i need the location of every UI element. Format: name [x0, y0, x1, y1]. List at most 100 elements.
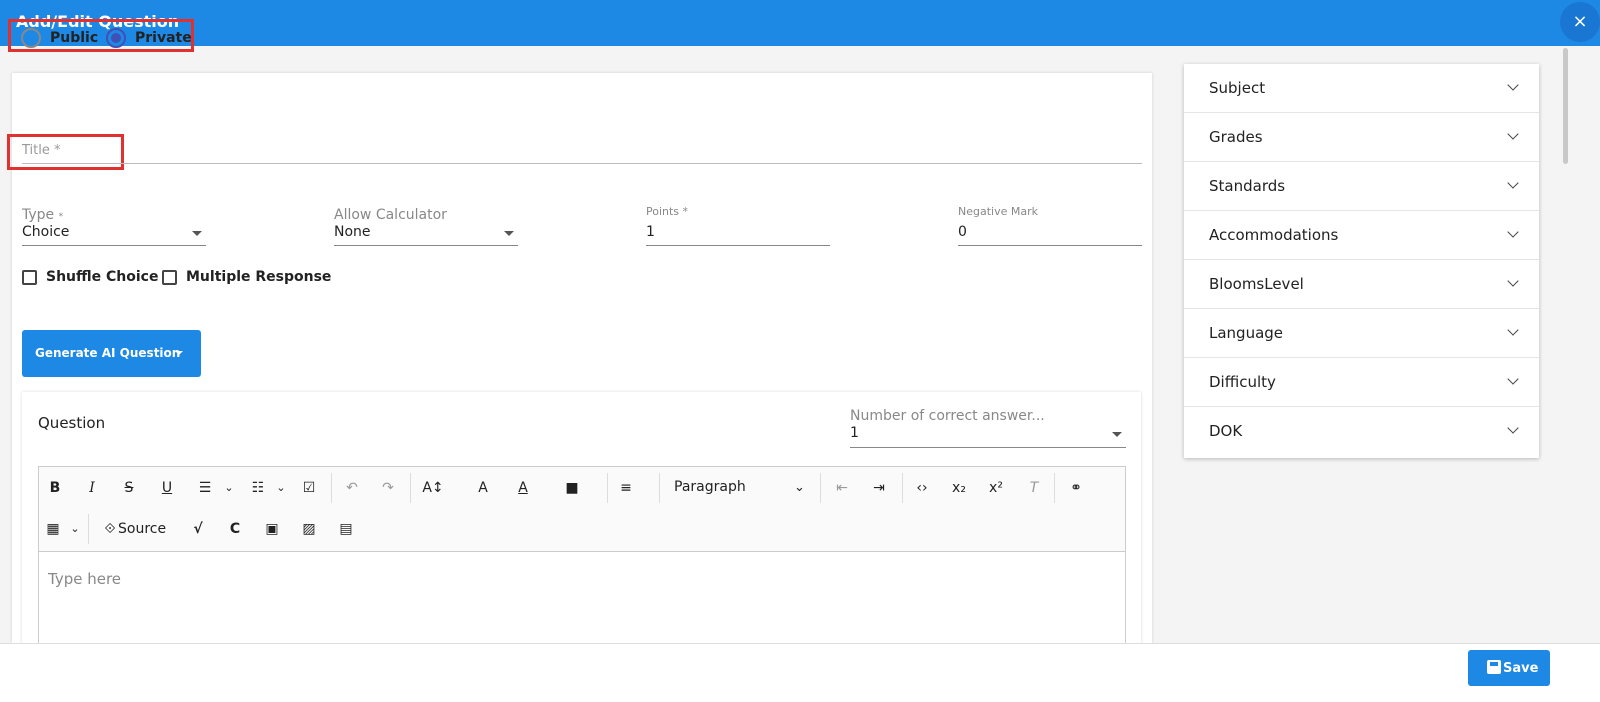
generate-ai-question-button[interactable]: Generate AI Question: [22, 330, 201, 377]
source-button[interactable]: Source: [118, 514, 166, 544]
accordion-label: Language: [1209, 324, 1284, 342]
private-radio-label[interactable]: Private: [135, 30, 192, 46]
superscript-icon[interactable]: x²: [981, 473, 1011, 503]
font-size-icon[interactable]: A↕: [418, 473, 448, 503]
generate-ai-question-label: Generate AI Question: [35, 346, 181, 360]
subscript-icon[interactable]: x₂: [944, 473, 974, 503]
link-icon[interactable]: ⚭: [1061, 473, 1091, 503]
accordion-difficulty[interactable]: Difficulty: [1184, 358, 1539, 407]
dialog-header: Add/Edit Question ×: [0, 0, 1600, 46]
document-icon[interactable]: ▤: [331, 514, 361, 544]
type-label: Type *: [22, 207, 63, 223]
question-label: Question: [38, 414, 106, 432]
accordion-standards[interactable]: Standards: [1184, 162, 1539, 211]
paragraph-select[interactable]: Paragraph: [674, 479, 746, 495]
points-underline: [646, 245, 830, 246]
accordion-label: DOK: [1209, 422, 1243, 440]
strikethrough-button[interactable]: S: [114, 473, 144, 503]
accordion-label: Standards: [1209, 177, 1286, 195]
table-chevron-icon[interactable]: ⌄: [60, 514, 90, 544]
bulleted-list-chevron-icon[interactable]: ⌄: [214, 473, 244, 503]
font-color-icon[interactable]: A: [508, 473, 538, 503]
media-icon[interactable]: ▣: [257, 514, 287, 544]
toolbar-divider: [410, 473, 411, 503]
multiple-response-checkbox[interactable]: [162, 270, 177, 285]
shuffle-choice-label[interactable]: Shuffle Choice: [46, 269, 158, 285]
outdent-icon[interactable]: ⇤: [827, 473, 857, 503]
remove-format-icon[interactable]: T: [1019, 473, 1049, 503]
calculator-select[interactable]: None: [334, 224, 371, 240]
question-editor[interactable]: [38, 551, 1126, 651]
toolbar-divider: [902, 473, 903, 503]
chevron-down-icon: [1507, 275, 1519, 287]
metadata-accordion: Subject Grades Standards Accommodations …: [1184, 64, 1539, 458]
chevron-down-icon: [1507, 226, 1519, 238]
title-underline: [22, 163, 1142, 164]
todo-list-icon[interactable]: ☑: [294, 473, 324, 503]
dialog-footer: [0, 643, 1600, 702]
editor-placeholder: Type here: [48, 570, 122, 588]
code-icon[interactable]: ‹›: [907, 473, 937, 503]
undo-icon[interactable]: ↶: [337, 473, 367, 503]
chevron-down-icon: [1507, 79, 1519, 91]
correct-answers-label: Number of correct answer...: [850, 408, 1045, 424]
close-icon[interactable]: ×: [1560, 2, 1600, 42]
private-radio[interactable]: [106, 28, 126, 48]
image-upload-icon[interactable]: ▨: [294, 514, 324, 544]
chevron-down-icon: [175, 351, 183, 355]
negative-mark-input[interactable]: 0: [958, 224, 967, 240]
shuffle-choice-checkbox[interactable]: [22, 270, 37, 285]
title-input[interactable]: Title *: [22, 143, 61, 158]
type-required-mark: *: [58, 212, 64, 222]
font-family-icon[interactable]: A: [468, 473, 498, 503]
scrollbar[interactable]: [1563, 48, 1568, 164]
type-dropdown-icon[interactable]: [192, 231, 202, 236]
type-underline: [22, 245, 206, 246]
chevron-down-icon: [1507, 324, 1519, 336]
accordion-grades[interactable]: Grades: [1184, 113, 1539, 162]
calculator-label: Allow Calculator: [334, 207, 447, 223]
toolbar-divider: [820, 473, 821, 503]
save-button[interactable]: Save: [1468, 650, 1550, 686]
visibility-group: Public Private: [8, 19, 194, 52]
correct-answers-dropdown-icon[interactable]: [1112, 432, 1122, 437]
correct-answers-underline: [850, 447, 1126, 448]
accordion-blooms-level[interactable]: BloomsLevel: [1184, 260, 1539, 309]
numbered-list-chevron-icon[interactable]: ⌄: [266, 473, 296, 503]
italic-button[interactable]: I: [77, 473, 107, 503]
accordion-label: Difficulty: [1209, 373, 1276, 391]
bold-button[interactable]: B: [40, 473, 70, 503]
background-color-icon[interactable]: ■: [557, 473, 587, 503]
toolbar-divider: [331, 473, 332, 503]
correct-answers-select[interactable]: 1: [850, 425, 859, 441]
paragraph-chevron-icon[interactable]: ⌄: [794, 480, 805, 495]
multiple-response-label[interactable]: Multiple Response: [186, 269, 331, 285]
accordion-subject[interactable]: Subject: [1184, 64, 1539, 113]
calculator-dropdown-icon[interactable]: [504, 231, 514, 236]
redo-icon[interactable]: ↷: [373, 473, 403, 503]
indent-icon[interactable]: ⇥: [864, 473, 894, 503]
toolbar-divider: [659, 473, 660, 503]
chevron-down-icon: [1507, 177, 1519, 189]
points-label: Points *: [646, 205, 689, 218]
accordion-accommodations[interactable]: Accommodations: [1184, 211, 1539, 260]
calculator-underline: [334, 245, 518, 246]
accordion-dok[interactable]: DOK: [1184, 407, 1539, 456]
save-label: Save: [1503, 661, 1539, 676]
toolbar-divider: [1054, 473, 1055, 503]
type-select[interactable]: Choice: [22, 224, 69, 240]
chevron-down-icon: [1507, 128, 1519, 140]
align-icon[interactable]: ≡: [611, 473, 641, 503]
math-icon[interactable]: √: [183, 514, 213, 544]
chemistry-icon[interactable]: C: [220, 514, 250, 544]
accordion-label: Subject: [1209, 79, 1266, 97]
type-label-text: Type: [22, 207, 55, 223]
public-radio-label[interactable]: Public: [50, 30, 98, 46]
toolbar-divider: [607, 473, 608, 503]
points-input[interactable]: 1: [646, 224, 655, 240]
underline-button[interactable]: U: [152, 473, 182, 503]
public-radio[interactable]: [21, 28, 41, 48]
negative-mark-label: Negative Mark: [958, 205, 1038, 218]
toolbar-divider: [88, 514, 89, 544]
accordion-language[interactable]: Language: [1184, 309, 1539, 358]
